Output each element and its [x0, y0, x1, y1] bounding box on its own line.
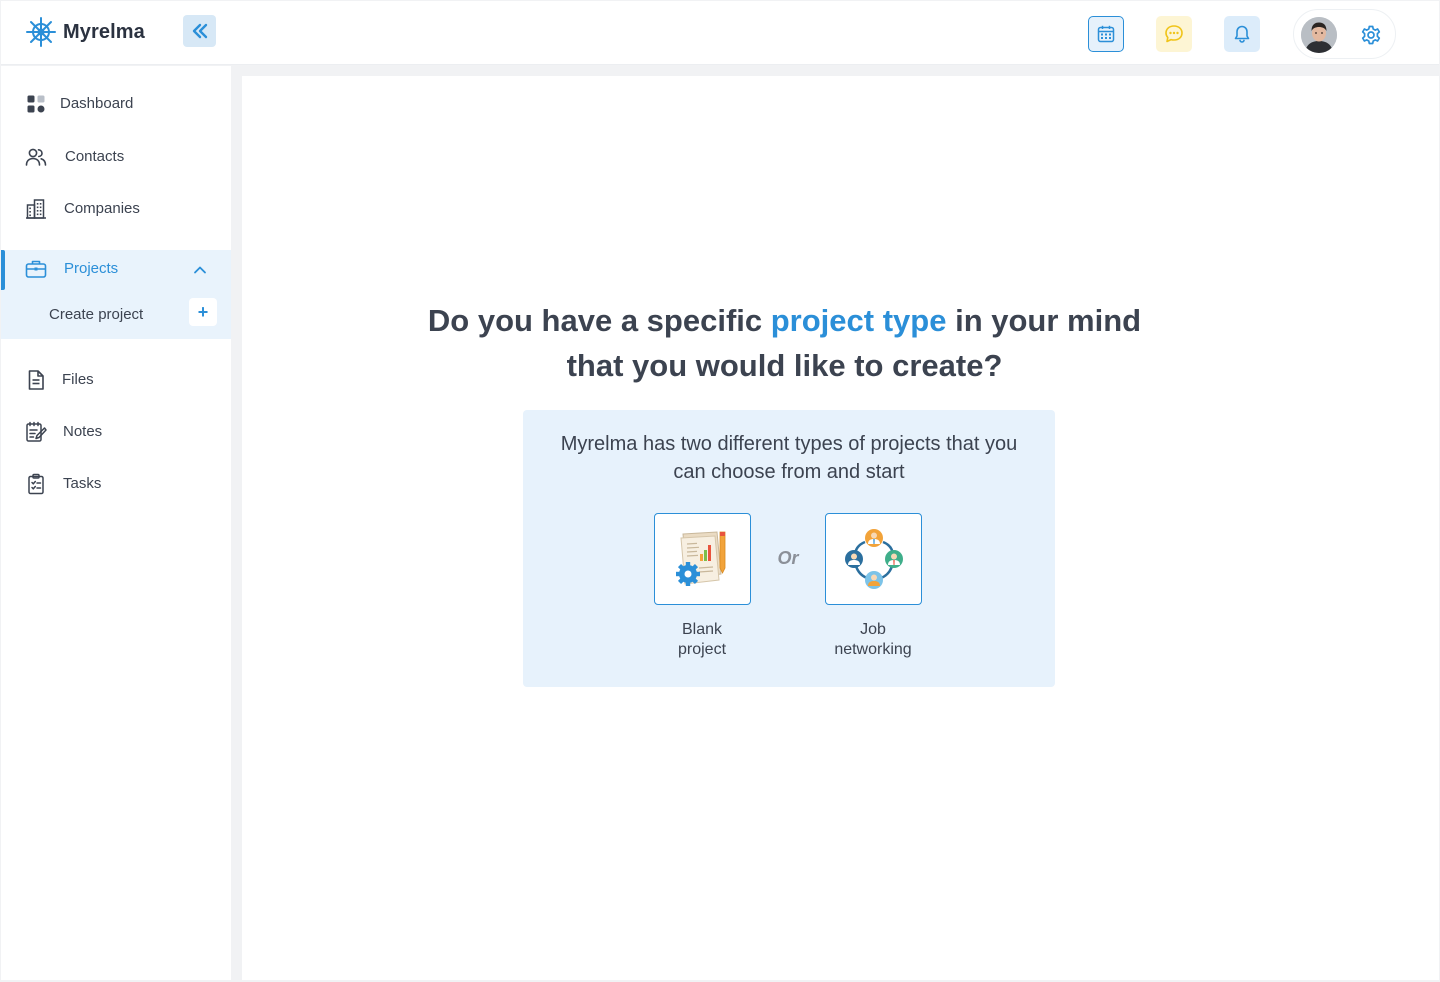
- headline-pre: Do you have a specific: [427, 303, 771, 338]
- sidebar-item-contacts[interactable]: Contacts: [1, 137, 231, 177]
- option-label-line: project: [677, 641, 727, 658]
- option-label-line: Blank: [681, 621, 723, 638]
- sidebar-item-label: Projects: [64, 260, 119, 277]
- sidebar-item-label: Files: [62, 371, 94, 388]
- main-content: Do you have a specific project type in y…: [242, 76, 1439, 980]
- sidebar-item-files[interactable]: Files: [1, 360, 231, 400]
- notes-icon: [25, 421, 47, 443]
- project-type-description: Myrelma has two different types of proje…: [560, 433, 1018, 483]
- sidebar-item-label: Notes: [63, 423, 103, 440]
- chat-icon: [1165, 25, 1183, 43]
- job-networking-icon: [844, 529, 903, 589]
- sidebar-item-projects[interactable]: Projects: [1, 250, 231, 290]
- settings-icon: [1361, 25, 1381, 45]
- blank-project-icon: [675, 531, 725, 586]
- blank-project-card[interactable]: [654, 513, 751, 605]
- avatar[interactable]: [1301, 17, 1337, 53]
- sidebar-item-label: Contacts: [65, 148, 125, 165]
- calendar-button[interactable]: [1088, 16, 1124, 52]
- ship-wheel-logo-icon: [25, 16, 57, 48]
- notifications-button[interactable]: [1224, 16, 1260, 52]
- settings-button[interactable]: [1359, 23, 1383, 47]
- option-label-line: Job: [860, 621, 886, 638]
- sidebar-group-projects: Projects Create project +: [1, 250, 231, 339]
- profile-menu: [1293, 9, 1396, 59]
- sidebar-item-tasks[interactable]: Tasks: [1, 464, 231, 504]
- briefcase-icon: [25, 259, 47, 281]
- sidebar-item-companies[interactable]: Companies: [1, 189, 231, 229]
- chat-button[interactable]: [1156, 16, 1192, 52]
- sidebar-item-notes[interactable]: Notes: [1, 412, 231, 452]
- bell-icon: [1234, 25, 1250, 43]
- job-networking-card[interactable]: [825, 513, 922, 605]
- page-headline: Do you have a specific project type in y…: [422, 298, 1147, 388]
- collapse-sidebar-button[interactable]: [183, 15, 216, 47]
- top-bar: Myrelma: [1, 1, 1439, 65]
- add-project-button[interactable]: +: [189, 298, 217, 326]
- app-name: Myrelma: [63, 20, 145, 43]
- option-label-line: networking: [834, 641, 912, 658]
- headline-highlight: project type: [770, 303, 947, 338]
- double-chevron-left-icon: [192, 23, 207, 39]
- calendar-icon: [1097, 25, 1115, 43]
- project-type-panel: Myrelma has two different types of proje…: [523, 410, 1055, 687]
- dashboard-icon: [25, 93, 47, 115]
- file-icon: [25, 369, 47, 391]
- sidebar-subitem-label: Create project: [49, 306, 144, 323]
- or-separator: Or: [777, 548, 799, 568]
- sidebar-item-label: Companies: [64, 200, 140, 217]
- sidebar-subitem-create-project[interactable]: Create project +: [1, 296, 231, 332]
- sidebar-item-label: Tasks: [63, 475, 102, 492]
- user-photo-icon: [1301, 17, 1337, 53]
- brand[interactable]: Myrelma: [25, 15, 145, 49]
- blank-project-label[interactable]: Blank project: [642, 620, 762, 660]
- contacts-icon: [25, 146, 47, 168]
- sidebar-item-dashboard[interactable]: Dashboard: [1, 84, 231, 124]
- tasks-icon: [25, 473, 47, 495]
- job-networking-label[interactable]: Job networking: [813, 620, 933, 660]
- chevron-up-icon[interactable]: [191, 261, 209, 279]
- companies-icon: [25, 198, 47, 220]
- sidebar-item-label: Dashboard: [60, 95, 134, 112]
- sidebar: Dashboard Contacts Companies Projects Cr…: [1, 66, 231, 980]
